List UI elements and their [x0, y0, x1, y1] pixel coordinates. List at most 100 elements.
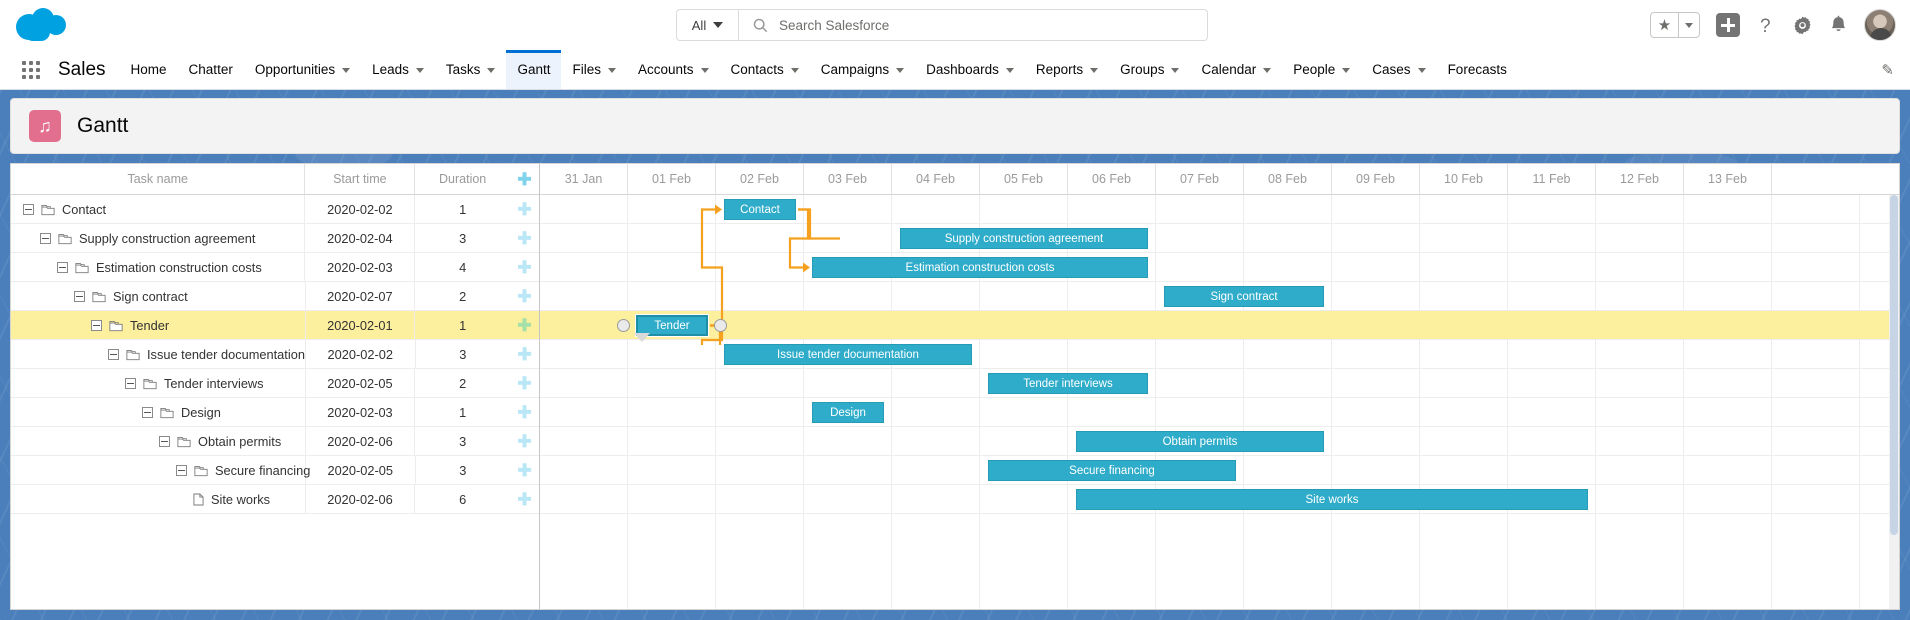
column-header-start-time[interactable]: Start time [305, 164, 416, 194]
add-task-button[interactable]: ✚ [510, 311, 539, 339]
link-handle-right[interactable] [714, 319, 727, 332]
duration-cell[interactable]: 6 [415, 485, 510, 513]
add-task-button[interactable]: ✚ [510, 398, 539, 426]
chevron-down-icon[interactable] [1171, 68, 1180, 73]
duration-cell[interactable]: 3 [415, 427, 510, 455]
help-button[interactable]: ? [1756, 14, 1776, 36]
nav-item-reports[interactable]: Reports [1025, 50, 1109, 89]
collapse-toggle-icon[interactable] [23, 203, 34, 215]
gantt-bar[interactable]: Obtain permits [1076, 431, 1324, 452]
chevron-down-icon[interactable] [415, 68, 424, 73]
nav-item-tasks[interactable]: Tasks [435, 50, 507, 89]
column-header-task-name[interactable]: Task name [11, 164, 306, 194]
timeline-row[interactable]: Supply construction agreement [540, 224, 1899, 253]
table-row[interactable]: Issue tender documentation 2020-02-02 3 ✚ [11, 340, 539, 369]
task-name-cell[interactable]: Supply construction agreement [11, 224, 306, 252]
timeline-row[interactable]: Estimation construction costs [540, 253, 1899, 282]
nav-item-cases[interactable]: Cases [1361, 50, 1436, 89]
nav-item-leads[interactable]: Leads [361, 50, 435, 89]
add-task-button[interactable]: ✚ [510, 427, 539, 455]
timeline-row[interactable]: Secure financing [540, 456, 1899, 485]
table-row[interactable]: Secure financing 2020-02-05 3 ✚ [11, 456, 539, 485]
nav-item-files[interactable]: Files [561, 50, 627, 89]
table-row[interactable]: Tender 2020-02-01 1 ✚ [11, 311, 539, 340]
collapse-toggle-icon[interactable] [91, 319, 102, 331]
collapse-toggle-icon[interactable] [40, 232, 51, 244]
timeline-row[interactable]: Design [540, 398, 1899, 427]
start-time-cell[interactable]: 2020-02-03 [306, 398, 416, 426]
collapse-toggle-icon[interactable] [125, 377, 136, 389]
start-time-cell[interactable]: 2020-02-02 [305, 195, 416, 223]
gantt-bar[interactable]: Contact [724, 199, 796, 220]
duration-cell[interactable]: 1 [415, 311, 510, 339]
task-name-cell[interactable]: Obtain permits [11, 427, 306, 455]
add-task-column-header[interactable]: ✚ [510, 164, 539, 194]
nav-item-forecasts[interactable]: Forecasts [1437, 50, 1518, 89]
gantt-bar[interactable]: Estimation construction costs [812, 257, 1148, 278]
drag-marker-icon[interactable] [634, 333, 650, 342]
nav-item-calendar[interactable]: Calendar [1190, 50, 1282, 89]
chevron-down-icon[interactable] [1090, 68, 1099, 73]
table-row[interactable]: Tender interviews 2020-02-05 2 ✚ [11, 369, 539, 398]
timeline-row[interactable]: Sign contract [540, 282, 1899, 311]
timeline-row[interactable]: Obtain permits [540, 427, 1899, 456]
chevron-down-icon[interactable] [1678, 13, 1699, 37]
timeline-row[interactable]: Contact [540, 195, 1899, 224]
table-row[interactable]: Contact 2020-02-02 1 ✚ [11, 195, 539, 224]
task-name-cell[interactable]: Contact [11, 195, 306, 223]
gantt-bar[interactable]: Tender interviews [988, 373, 1148, 394]
nav-item-chatter[interactable]: Chatter [178, 50, 244, 89]
task-name-cell[interactable]: Design [11, 398, 306, 426]
timeline-row[interactable]: Tender interviews [540, 369, 1899, 398]
avatar[interactable] [1864, 9, 1896, 41]
nav-item-people[interactable]: People [1282, 50, 1361, 89]
table-row[interactable]: Obtain permits 2020-02-06 3 ✚ [11, 427, 539, 456]
salesforce-cloud-logo[interactable] [14, 6, 68, 44]
collapse-toggle-icon[interactable] [108, 348, 119, 360]
nav-item-groups[interactable]: Groups [1109, 50, 1190, 89]
chevron-down-icon[interactable] [1417, 68, 1426, 73]
task-name-cell[interactable]: Tender [11, 311, 306, 339]
collapse-toggle-icon[interactable] [74, 290, 85, 302]
add-task-button[interactable]: ✚ [510, 456, 539, 484]
table-row[interactable]: Supply construction agreement 2020-02-04 3… [11, 224, 539, 253]
gantt-bar[interactable]: Design [812, 402, 884, 423]
pencil-icon[interactable]: ✎ [1881, 61, 1894, 79]
task-name-cell[interactable]: Issue tender documentation [11, 340, 306, 368]
app-launcher-button[interactable] [14, 50, 48, 89]
add-task-button[interactable]: ✚ [510, 282, 539, 310]
nav-item-dashboards[interactable]: Dashboards [915, 50, 1025, 89]
add-task-button[interactable]: ✚ [510, 485, 539, 513]
task-name-cell[interactable]: Sign contract [11, 282, 306, 310]
start-time-cell[interactable]: 2020-02-03 [305, 253, 416, 281]
duration-cell[interactable]: 4 [415, 253, 510, 281]
bell-icon[interactable] [1829, 15, 1848, 36]
chevron-down-icon[interactable] [1342, 68, 1351, 73]
chevron-down-icon[interactable] [1263, 68, 1272, 73]
timeline-row[interactable]: Issue tender documentation [540, 340, 1899, 369]
favorites-group[interactable]: ★ [1650, 12, 1700, 38]
gantt-bar[interactable]: Sign contract [1164, 286, 1324, 307]
gantt-bar[interactable]: Issue tender documentation [724, 344, 972, 365]
gantt-bar[interactable]: Site works [1076, 489, 1588, 510]
duration-cell[interactable]: 2 [415, 369, 510, 397]
nav-item-accounts[interactable]: Accounts [627, 50, 720, 89]
start-time-cell[interactable]: 2020-02-02 [306, 340, 416, 368]
add-task-button[interactable]: ✚ [510, 253, 539, 281]
duration-cell[interactable]: 3 [415, 224, 510, 252]
global-search[interactable]: All [676, 9, 1208, 41]
chevron-down-icon[interactable] [1005, 68, 1014, 73]
timeline-row[interactable]: Site works [540, 485, 1899, 514]
duration-cell[interactable]: 3 [416, 456, 511, 484]
nav-item-campaigns[interactable]: Campaigns [810, 50, 915, 89]
chevron-down-icon[interactable] [790, 68, 799, 73]
gear-icon[interactable] [1792, 15, 1813, 36]
collapse-toggle-icon[interactable] [159, 435, 170, 447]
task-name-cell[interactable]: Site works [11, 485, 306, 513]
nav-item-gantt[interactable]: Gantt [506, 50, 562, 89]
task-name-cell[interactable]: Estimation construction costs [11, 253, 306, 281]
chevron-down-icon[interactable] [607, 68, 616, 73]
start-time-cell[interactable]: 2020-02-06 [306, 427, 416, 455]
add-task-button[interactable]: ✚ [510, 195, 539, 223]
gantt-bar[interactable]: Supply construction agreement [900, 228, 1148, 249]
